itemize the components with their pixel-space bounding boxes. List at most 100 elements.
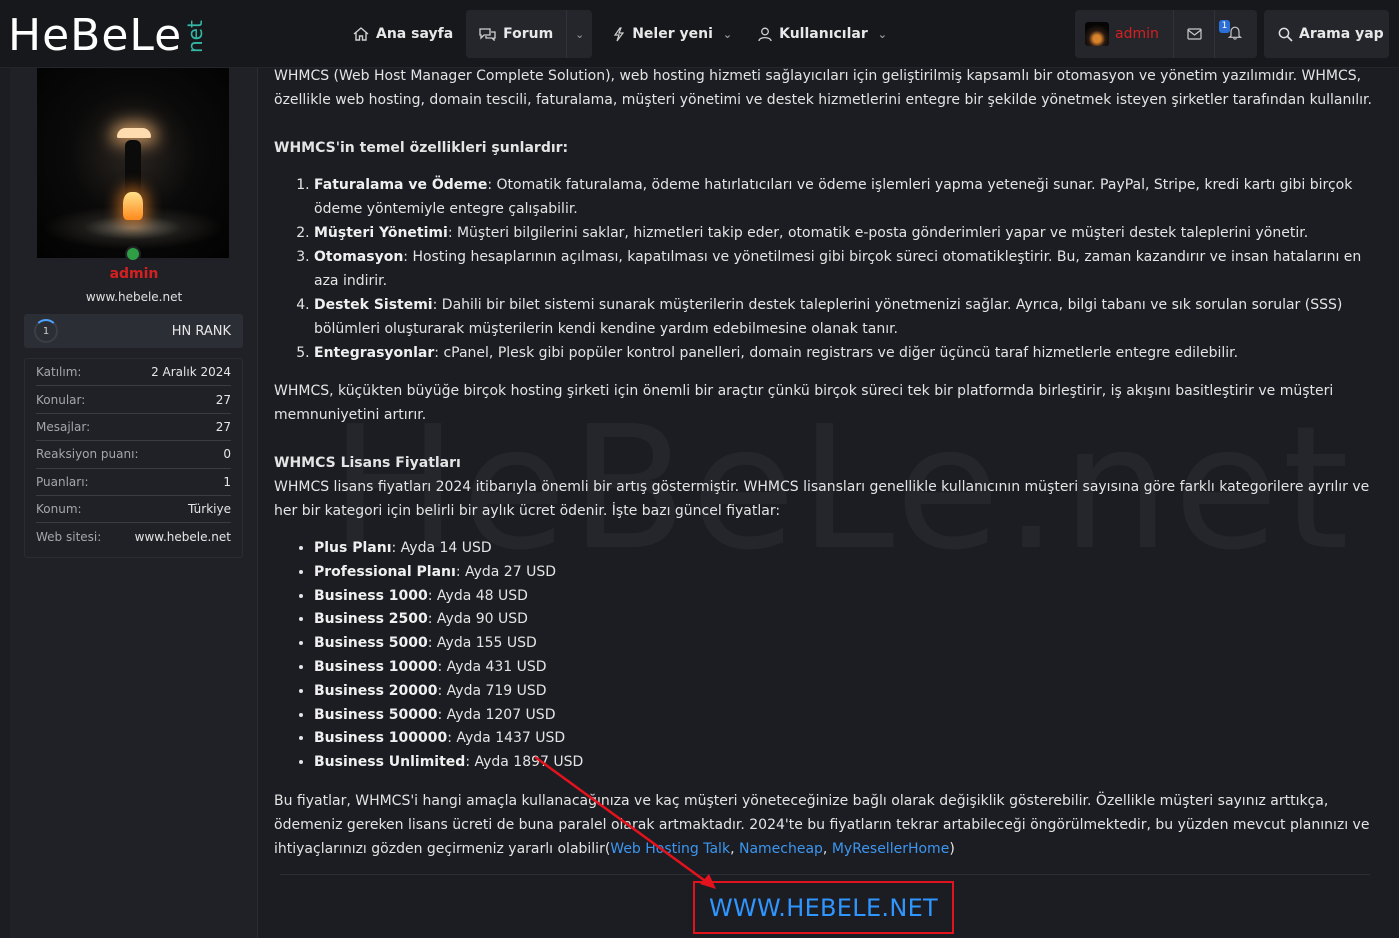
- home-icon: [353, 27, 369, 41]
- author-name[interactable]: admin: [10, 266, 258, 282]
- author-website: www.hebele.net: [85, 290, 183, 304]
- link-separator: ,: [730, 840, 739, 857]
- site-link-banner[interactable]: WWW.HEBELE.NET: [693, 881, 954, 934]
- stat-value[interactable]: Türkiye: [188, 502, 231, 516]
- stat-value[interactable]: 1: [223, 475, 231, 489]
- stat-reactions: Reaksiyon puanı: 0: [36, 441, 231, 469]
- plan-name: Business 10000: [314, 658, 438, 675]
- stat-website: Web sitesi: www.hebele.net: [36, 523, 231, 550]
- bolt-icon: [613, 26, 625, 42]
- list-item: Professional Planı: Ayda 27 USD: [314, 561, 1384, 585]
- logo-text: HeBeLe: [8, 10, 183, 61]
- alerts-button[interactable]: 1: [1215, 10, 1255, 58]
- plan-name: Plus Planı: [314, 540, 392, 556]
- plan-price: : Ayda 431 USD: [437, 658, 547, 675]
- stat-threads: Konular: 27: [36, 386, 231, 414]
- author-sidebar: admin www.hebele.net 1 HN RANK Katılım: …: [10, 68, 258, 938]
- plan-price: : Ayda 1897 USD: [465, 754, 584, 771]
- plan-price: : Ayda 155 USD: [427, 635, 537, 652]
- stat-joined: Katılım: 2 Aralık 2024: [36, 359, 231, 387]
- chevron-down-icon[interactable]: ⌄: [723, 28, 732, 41]
- stat-value: 2 Aralık 2024: [151, 365, 231, 380]
- feature-title: Faturalama ve Ödeme: [314, 177, 488, 193]
- link-web-hosting-talk[interactable]: Web Hosting Talk: [610, 841, 730, 857]
- stat-label: Puanları:: [36, 474, 89, 489]
- plan-price: : Ayda 48 USD: [427, 587, 528, 604]
- nav-members[interactable]: Kullanıcılar ⌄: [745, 10, 900, 58]
- closing-end: ): [949, 840, 955, 857]
- nav-whats-new[interactable]: Neler yeni ⌄: [600, 10, 745, 58]
- stat-messages: Mesajlar: 27: [36, 414, 231, 442]
- author-stats: Katılım: 2 Aralık 2024 Konular: 27 Mesaj…: [24, 358, 243, 558]
- top-navigation-bar: HeBeLe net Ana sayfa Forum ⌄ Neler yeni …: [0, 0, 1399, 68]
- stat-label: Katılım:: [36, 365, 82, 380]
- intro-paragraph: WHMCS (Web Host Manager Complete Solutio…: [274, 68, 1372, 108]
- stat-label: Web sitesi:: [36, 530, 102, 545]
- feature-title: Destek Sistemi: [314, 297, 433, 313]
- stat-value[interactable]: 27: [216, 393, 231, 407]
- notification-badge: 1: [1219, 20, 1230, 33]
- rank-level: 1: [42, 325, 50, 337]
- plan-price: : Ayda 14 USD: [391, 540, 492, 556]
- plan-name: Business 20000: [314, 682, 438, 699]
- features-heading: WHMCS'in temel özellikleri şunlardır:: [274, 140, 569, 156]
- link-separator: ,: [822, 840, 832, 857]
- search-button[interactable]: Arama yap: [1264, 10, 1389, 58]
- stat-label: Reaksiyon puanı:: [36, 447, 139, 462]
- plan-price: : Ayda 90 USD: [427, 611, 528, 628]
- stat-value[interactable]: www.hebele.net: [135, 530, 231, 544]
- user-icon: [758, 27, 772, 42]
- main-nav: Ana sayfa Forum ⌄ Neler yeni ⌄ Kullanıcı…: [340, 10, 900, 58]
- plan-price: : Ayda 1437 USD: [447, 730, 566, 747]
- feature-title: Otomasyon: [314, 249, 404, 265]
- account-username[interactable]: admin: [1115, 26, 1173, 42]
- plan-name: Professional Planı: [314, 563, 456, 580]
- inbox-button[interactable]: [1174, 10, 1214, 58]
- plan-price: : Ayda 719 USD: [437, 682, 547, 699]
- features-list: Faturalama ve Ödeme: Otomatik faturalama…: [314, 173, 1384, 365]
- list-item: Business 1000: Ayda 48 USD: [314, 585, 1384, 609]
- link-myresellerhome[interactable]: MyResellerHome: [832, 841, 949, 857]
- avatar-umbrella: [117, 128, 151, 138]
- plan-name: Business 1000: [314, 587, 428, 604]
- link-namecheap[interactable]: Namecheap: [739, 841, 823, 857]
- post-body: WHMCS (Web Host Manager Complete Solutio…: [274, 64, 1384, 861]
- nav-forum[interactable]: Forum: [466, 10, 567, 58]
- list-item: Müşteri Yönetimi: Müşteri bilgilerini sa…: [314, 221, 1384, 245]
- plan-name: Business 2500: [314, 611, 428, 628]
- feature-text: : Müşteri bilgilerini saklar, hizmetleri…: [447, 225, 1309, 241]
- nav-forum-label: Forum: [503, 26, 554, 42]
- pricing-list: Plus Planı: Ayda 14 USD Professional Pla…: [314, 537, 1384, 775]
- search-label: Arama yap: [1299, 26, 1384, 42]
- chevron-down-icon[interactable]: ⌄: [878, 28, 887, 41]
- list-item: Business 5000: Ayda 155 USD: [314, 632, 1384, 656]
- author-avatar[interactable]: [37, 68, 229, 258]
- nav-home-label: Ana sayfa: [376, 26, 454, 42]
- list-item: Business Unlimited: Ayda 1897 USD: [314, 751, 1384, 775]
- stat-label: Mesajlar:: [36, 419, 91, 434]
- feature-title: Entegrasyonlar: [314, 345, 435, 361]
- list-item: Business 100000: Ayda 1437 USD: [314, 727, 1384, 751]
- rank-label: HN RANK: [171, 323, 231, 339]
- stat-value[interactable]: 27: [216, 420, 231, 434]
- online-status-icon: [125, 246, 141, 262]
- stat-location: Konum: Türkiye: [36, 496, 231, 524]
- list-item: Otomasyon: Hosting hesaplarının açılması…: [314, 245, 1384, 293]
- pricing-intro: WHMCS lisans fiyatları 2024 itibarıyla ö…: [274, 479, 1370, 519]
- forum-dropdown-toggle[interactable]: ⌄: [566, 10, 593, 58]
- list-item: Business 50000: Ayda 1207 USD: [314, 704, 1384, 728]
- feature-text: : cPanel, Plesk gibi popüler kontrol pan…: [434, 345, 1239, 361]
- nav-home[interactable]: Ana sayfa: [340, 10, 466, 58]
- closing-paragraph: Bu fiyatlar, WHMCS'i hangi amaçla kullan…: [274, 789, 1384, 861]
- logo-net-text: net: [183, 20, 208, 53]
- stat-label: Konum:: [36, 502, 82, 517]
- list-item: Business 10000: Ayda 431 USD: [314, 656, 1384, 680]
- list-item: Business 20000: Ayda 719 USD: [314, 680, 1384, 704]
- avatar[interactable]: [1085, 22, 1109, 46]
- divider: [280, 874, 1370, 875]
- rank-progress-icon: 1: [34, 319, 58, 343]
- plan-name: Business 50000: [314, 706, 438, 723]
- chat-icon: [479, 27, 496, 41]
- list-item: Faturalama ve Ödeme: Otomatik faturalama…: [314, 173, 1384, 221]
- site-logo[interactable]: HeBeLe net: [8, 12, 208, 58]
